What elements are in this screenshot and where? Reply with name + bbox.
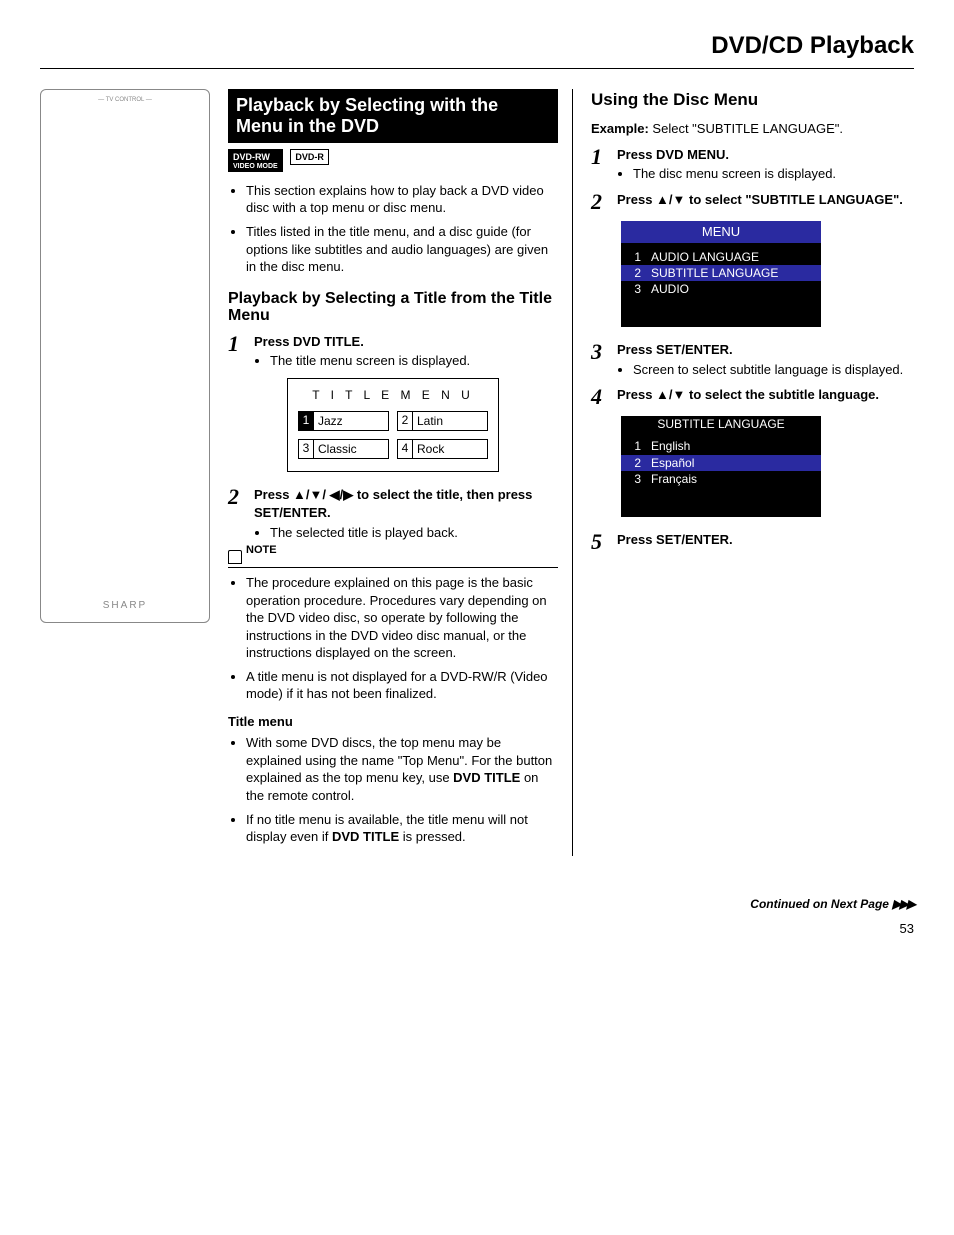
arrows-icon: ▲/▼/ ◀/▶ — [293, 487, 353, 502]
arrows-icon: ▲/▼ — [656, 387, 685, 402]
continued-arrows-icon: ▶▶▶ — [892, 897, 914, 911]
example-line: Example: Select "SUBTITLE LANGUAGE". — [591, 120, 914, 138]
page-title: DVD/CD Playback — [40, 30, 914, 69]
rstep-4: 4 Press ▲/▼ to select the subtitle langu… — [591, 386, 914, 408]
badge-dvd-r: DVD-R — [290, 149, 329, 165]
intro-bullets: This section explains how to play back a… — [228, 182, 558, 276]
step-1: 1 Press DVD TITLE. The title menu screen… — [228, 333, 558, 370]
right-heading: Using the Disc Menu — [591, 89, 914, 112]
rstep-3: 3 Press SET/ENTER. Screen to select subt… — [591, 341, 914, 378]
step-2: 2 Press ▲/▼/ ◀/▶ to select the title, th… — [228, 486, 558, 541]
note-divider: NOTE — [228, 548, 558, 568]
remote-brand: SHARP — [41, 599, 209, 613]
osd-menu-2: SUBTITLE LANGUAGE 1English 2Español 3Fra… — [621, 416, 821, 517]
section-banner: Playback by Selecting with the Menu in t… — [228, 89, 558, 142]
arrows-icon: ▲/▼ — [656, 192, 685, 207]
page-number: 53 — [900, 921, 914, 936]
osd-menu-1: MENU 1AUDIO LANGUAGE 2SUBTITLE LANGUAGE … — [621, 221, 821, 327]
title-menu-illustration: T I T L E M E N U 1Jazz 2Latin 3Classic … — [287, 378, 499, 473]
rstep-1: 1 Press DVD MENU. The disc menu screen i… — [591, 146, 914, 183]
badge-dvd-rw: DVD-RW VIDEO MODE — [228, 149, 283, 172]
title-menu-sub-bullets: With some DVD discs, the top menu may be… — [228, 734, 558, 845]
rstep-2: 2 Press ▲/▼ to select "SUBTITLE LANGUAGE… — [591, 191, 914, 213]
title-section-heading: Playback by Selecting a Title from the T… — [228, 290, 558, 325]
title-menu-subheading: Title menu — [228, 713, 558, 731]
remote-illustration: — TV CONTROL — SHARP — [40, 89, 210, 623]
disc-badges: DVD-RW VIDEO MODE DVD-R — [228, 149, 558, 172]
note-bullets: The procedure explained on this page is … — [228, 574, 558, 703]
rstep-5: 5 Press SET/ENTER. — [591, 531, 914, 553]
continued-label: Continued on Next Page ▶▶▶ — [750, 896, 914, 912]
note-icon — [228, 550, 242, 564]
